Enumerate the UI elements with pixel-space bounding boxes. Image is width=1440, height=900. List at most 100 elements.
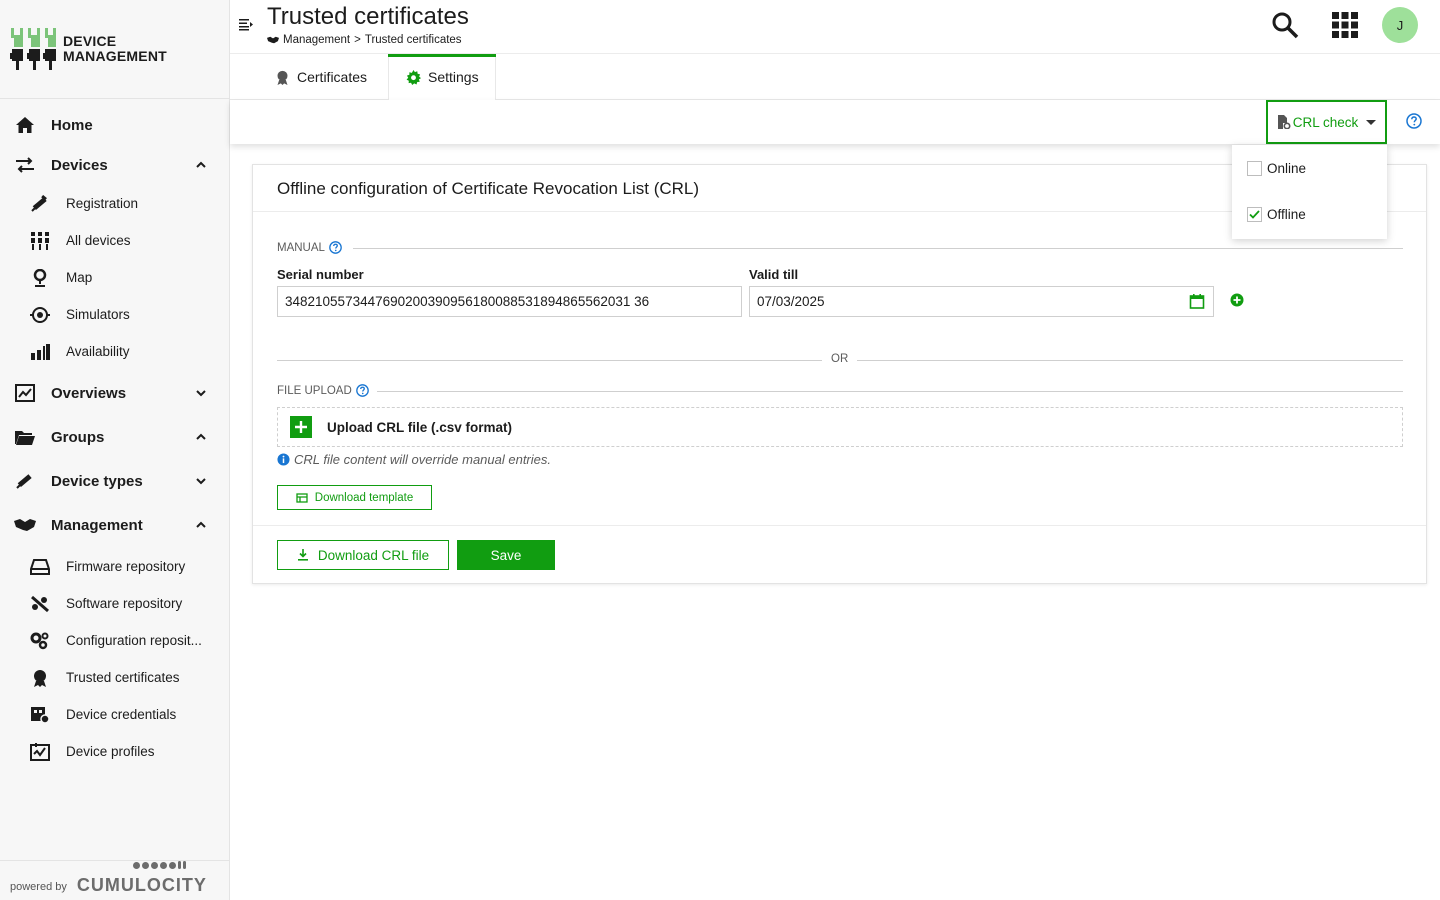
sidebar-item-configuration[interactable]: Configuration reposit... [0, 622, 229, 659]
user-avatar[interactable]: J [1382, 7, 1418, 43]
override-hint-text: CRL file content will override manual en… [294, 452, 551, 467]
crl-check-dropdown-button[interactable]: CRL check [1266, 100, 1387, 144]
sidebar-item-configuration-label: Configuration reposit... [66, 633, 202, 648]
chevron-up-icon[interactable] [195, 431, 207, 443]
sidebar-item-firmware[interactable]: Firmware repository [0, 548, 229, 585]
caret-down-icon [1366, 119, 1377, 125]
device-management-logo [10, 27, 56, 71]
tab-certificates[interactable]: Certificates [274, 54, 367, 100]
certificate-icon [29, 668, 51, 688]
online-checkbox[interactable] [1247, 161, 1262, 176]
brand-line-1: DEVICE [63, 33, 117, 49]
nav-groups-label: Groups [51, 428, 105, 446]
save-button[interactable]: Save [457, 540, 555, 570]
cumulocity-dots-icon [132, 861, 186, 869]
handshake-icon [14, 515, 36, 535]
tab-certificates-label: Certificates [297, 69, 368, 85]
nav-device-types[interactable]: Device types [0, 461, 229, 501]
sidebar-item-simulators[interactable]: Simulators [0, 296, 229, 333]
crl-check-menu: Online Offline [1232, 145, 1387, 239]
home-icon [14, 115, 36, 135]
handshake-icon [267, 36, 279, 44]
serial-number-label: Serial number [277, 267, 364, 282]
sidebar-item-software[interactable]: Software repository [0, 585, 229, 622]
app-switcher-grid-icon[interactable] [1331, 11, 1359, 39]
chevron-up-icon[interactable] [195, 159, 207, 171]
crl-option-online[interactable]: Online [1247, 161, 1306, 176]
sidebar-item-device-profiles-label: Device profiles [66, 744, 155, 759]
download-template-button[interactable]: Download template [277, 485, 432, 510]
nav-groups[interactable]: Groups [0, 417, 229, 457]
brand[interactable]: DEVICE MANAGEMENT [0, 0, 229, 99]
plus-icon [290, 416, 312, 438]
card-footer-divider [253, 525, 1426, 526]
search-icon[interactable] [1270, 10, 1300, 40]
legend-divider [377, 391, 1403, 392]
crl-option-offline[interactable]: Offline [1247, 207, 1306, 222]
help-icon[interactable] [355, 384, 369, 397]
table-icon [296, 492, 308, 503]
tabs: Certificates Settings [230, 54, 1440, 100]
transfer-arrows-icon [14, 155, 36, 175]
credentials-icon [29, 705, 51, 725]
help-icon[interactable] [1406, 113, 1422, 129]
valid-till-input[interactable] [749, 286, 1214, 317]
sidebar-item-device-credentials[interactable]: Device credentials [0, 696, 229, 733]
hard-drive-icon [29, 557, 51, 577]
offline-checkbox[interactable] [1247, 207, 1262, 222]
nav-management-label: Management [51, 516, 143, 534]
sidebar-item-registration[interactable]: Registration [0, 185, 229, 222]
override-hint: CRL file content will override manual en… [277, 452, 551, 467]
add-circle-icon[interactable] [1230, 293, 1244, 307]
sidebar-item-all-devices[interactable]: All devices [0, 222, 229, 259]
action-bar: CRL check [230, 100, 1440, 144]
certificate-icon [274, 69, 290, 85]
brand-text: DEVICE MANAGEMENT [63, 34, 167, 64]
serial-number-input[interactable] [277, 286, 742, 317]
or-separator: OR [831, 353, 849, 365]
sidebar-item-availability[interactable]: Availability [0, 333, 229, 370]
satellite-icon [14, 471, 36, 491]
calendar-icon[interactable] [1189, 293, 1205, 309]
nav-home[interactable]: Home [0, 105, 229, 145]
map-pin-icon [29, 268, 51, 288]
cumulocity-logo: CUMULOCITY [77, 861, 207, 896]
sidebar-item-device-profiles[interactable]: Device profiles [0, 733, 229, 770]
download-template-label: Download template [314, 491, 414, 504]
breadcrumb: Management > Trusted certificates [267, 34, 462, 46]
gears-icon [29, 631, 51, 651]
card-title: Offline configuration of Certificate Rev… [277, 179, 700, 198]
page-title: Trusted certificates [267, 3, 469, 30]
manual-legend-label: MANUAL [277, 241, 325, 254]
valid-till-label: Valid till [749, 267, 799, 282]
or-divider-right [857, 360, 1403, 361]
chevron-down-icon[interactable] [195, 475, 207, 487]
satellite-icon [29, 194, 51, 214]
checkmark-icon [1249, 210, 1260, 219]
tab-settings[interactable]: Settings [388, 54, 496, 100]
breadcrumb-parent[interactable]: Management [283, 34, 350, 46]
header: Trusted certificates Management > Truste… [230, 0, 1440, 54]
download-icon [297, 549, 308, 561]
legend-divider [353, 248, 1403, 249]
help-icon[interactable] [329, 241, 342, 254]
sidebar-item-map[interactable]: Map [0, 259, 229, 296]
nav-management[interactable]: Management [0, 505, 229, 545]
breadcrumb-current: Trusted certificates [364, 34, 462, 46]
sidebar-item-availability-label: Availability [66, 344, 130, 359]
menu-toggle-icon[interactable] [238, 16, 254, 32]
sidebar-item-trusted-certificates[interactable]: Trusted certificates [0, 659, 229, 696]
nav-devices[interactable]: Devices [0, 145, 229, 185]
crl-file-dropzone[interactable]: Upload CRL file (.csv format) [277, 407, 1403, 447]
nav-overviews[interactable]: Overviews [0, 373, 229, 413]
sidebar: DEVICE MANAGEMENT Home Devices Registrat… [0, 0, 230, 900]
sidebar-item-map-label: Map [66, 270, 93, 285]
chevron-up-icon[interactable] [195, 519, 207, 531]
download-crl-label: Download CRL file [317, 547, 430, 563]
breadcrumb-separator: > [354, 34, 361, 46]
software-icon [29, 594, 51, 614]
brand-line-2: MANAGEMENT [63, 48, 167, 64]
download-crl-button[interactable]: Download CRL file [277, 540, 449, 570]
chevron-down-icon[interactable] [195, 387, 207, 399]
or-divider-left [277, 360, 822, 361]
